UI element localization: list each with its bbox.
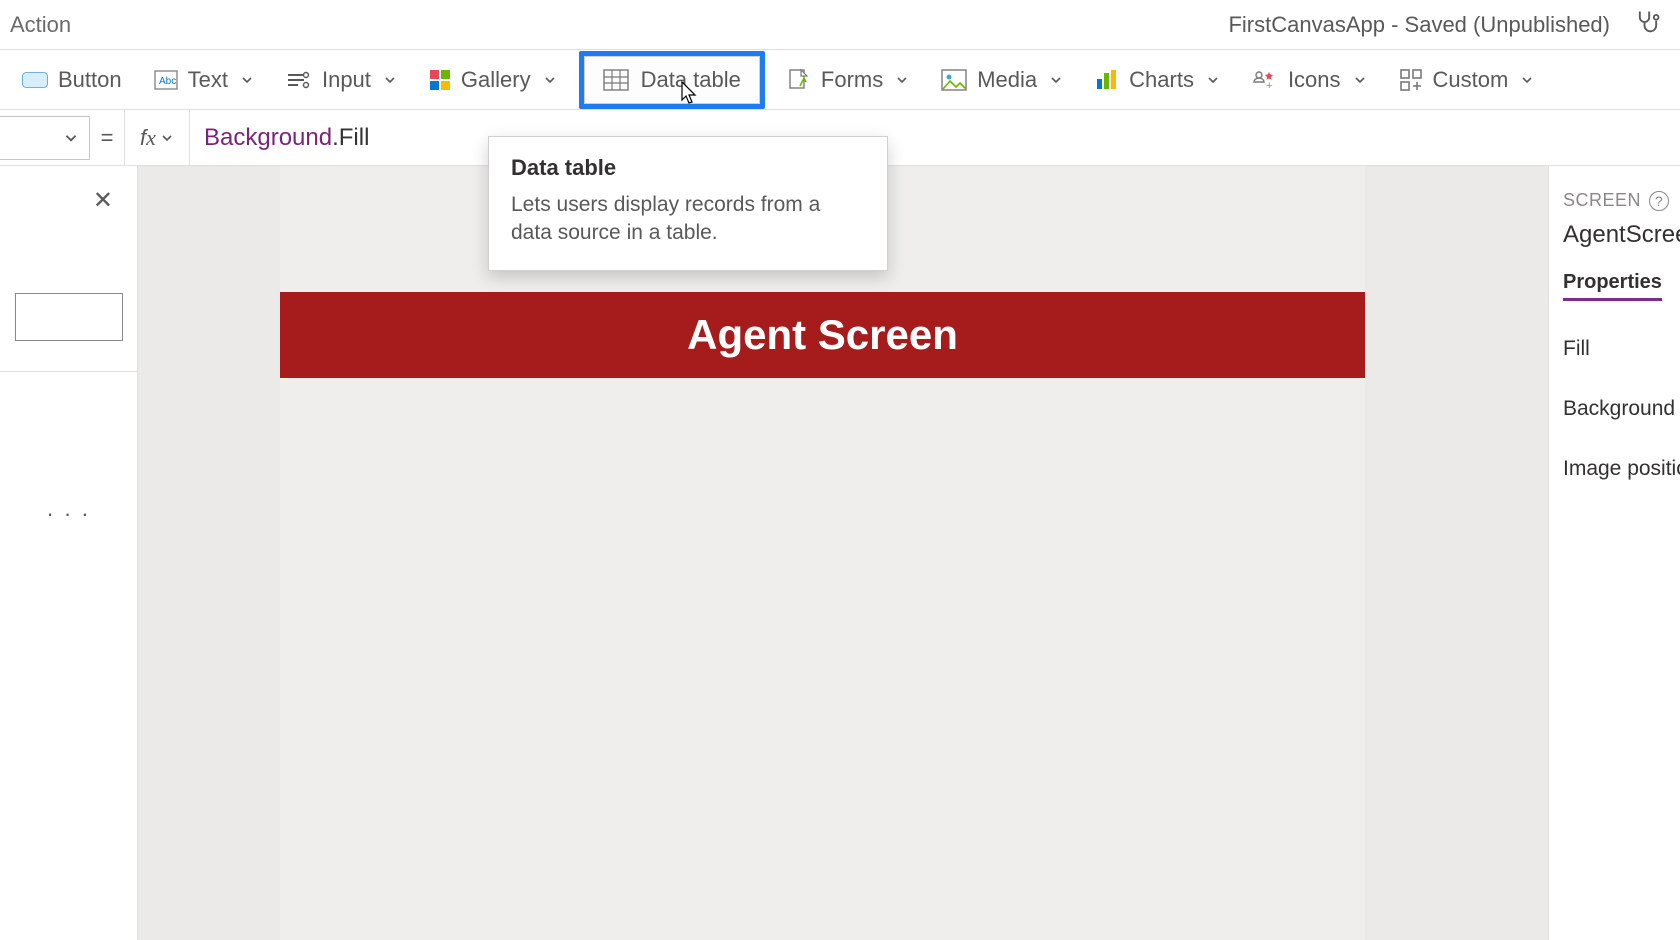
ribbon-button[interactable]: Button [6, 57, 138, 103]
ribbon-forms-label: Forms [821, 67, 883, 93]
property-fill[interactable]: Fill [1563, 337, 1680, 361]
ribbon-icons-label: Icons [1288, 67, 1341, 93]
ribbon-forms[interactable]: Forms [771, 57, 925, 103]
app-status: FirstCanvasApp - Saved (Unpublished) [1228, 12, 1610, 38]
tooltip-body: Lets users display records from a data s… [511, 191, 865, 248]
data-table-tooltip: Data table Lets users display records fr… [488, 136, 888, 271]
input-icon [286, 69, 312, 91]
icons-icon: + [1252, 68, 1278, 92]
chevron-down-icon [1520, 73, 1534, 87]
equals-sign: = [90, 125, 124, 151]
fx-button[interactable]: fx [124, 110, 190, 166]
tooltip-title: Data table [511, 155, 865, 181]
chevron-down-icon [543, 73, 557, 87]
button-icon [22, 69, 48, 91]
property-selector[interactable] [0, 116, 90, 160]
svg-text:Abc: Abc [159, 76, 176, 87]
property-background-image[interactable]: Background i [1563, 397, 1680, 421]
ribbon-custom[interactable]: Custom [1383, 57, 1551, 103]
chevron-down-icon [240, 73, 254, 87]
formula-identifier: Background [204, 124, 332, 152]
ribbon-gallery-label: Gallery [461, 67, 531, 93]
ribbon-charts-label: Charts [1129, 67, 1194, 93]
tree-view-panel: ✕ · · · [0, 166, 138, 940]
property-image-position[interactable]: Image positio [1563, 457, 1680, 481]
ribbon-data-table[interactable]: Data table [584, 56, 760, 104]
properties-section-label: SCREEN ? [1563, 190, 1680, 211]
custom-icon [1399, 68, 1423, 92]
ribbon-icons[interactable]: + Icons [1236, 57, 1383, 103]
ribbon-data-table-label: Data table [641, 67, 741, 93]
screen-name: AgentScree [1563, 221, 1680, 249]
chevron-down-icon [1049, 73, 1063, 87]
forms-icon [787, 68, 811, 92]
screen-header-text: Agent Screen [687, 311, 958, 359]
ribbon-text[interactable]: Abc Text [138, 57, 270, 103]
ribbon-custom-label: Custom [1433, 67, 1509, 93]
formula-input[interactable]: Background.Fill [190, 110, 1680, 165]
chevron-down-icon [160, 131, 174, 145]
title-bar: Action FirstCanvasApp - Saved (Unpublish… [0, 0, 1680, 50]
workspace: ✕ · · · Agent Screen SCREEN ? AgentScree… [0, 166, 1680, 940]
ribbon-charts[interactable]: Charts [1079, 57, 1236, 103]
chevron-down-icon [1353, 73, 1367, 87]
tree-item-more[interactable]: · · · [0, 490, 137, 538]
ribbon-tab-action[interactable]: Action [10, 12, 71, 38]
divider [0, 371, 137, 372]
table-icon [603, 69, 629, 91]
ribbon-media[interactable]: Media [925, 57, 1079, 103]
insert-ribbon: Button Abc Text Input Galle [0, 50, 1680, 110]
ribbon-button-label: Button [58, 67, 122, 93]
properties-section-text: SCREEN [1563, 190, 1641, 211]
ribbon-data-table-highlight: Data table [579, 51, 765, 109]
svg-text:+: + [1266, 80, 1272, 92]
tree-search-input[interactable] [15, 293, 123, 341]
properties-tab[interactable]: Properties [1563, 271, 1662, 301]
text-icon: Abc [154, 70, 178, 90]
app-canvas[interactable]: Agent Screen [280, 166, 1365, 940]
media-icon [941, 69, 967, 91]
ribbon-input[interactable]: Input [270, 57, 413, 103]
ribbon-gallery[interactable]: Gallery [413, 57, 573, 103]
properties-panel: SCREEN ? AgentScree Properties Fill Back… [1548, 166, 1680, 940]
formula-property: .Fill [332, 124, 369, 152]
screen-header-banner: Agent Screen [280, 292, 1365, 378]
app-checker-icon[interactable] [1634, 8, 1662, 42]
chevron-down-icon [1206, 73, 1220, 87]
close-panel-button[interactable]: ✕ [93, 186, 113, 215]
chevron-down-icon [895, 73, 909, 87]
ribbon-media-label: Media [977, 67, 1037, 93]
canvas-area: Agent Screen [138, 166, 1548, 940]
chevron-down-icon [383, 73, 397, 87]
gallery-icon [429, 69, 451, 91]
ribbon-text-label: Text [188, 67, 228, 93]
help-icon[interactable]: ? [1649, 191, 1669, 211]
ribbon-input-label: Input [322, 67, 371, 93]
charts-icon [1095, 69, 1119, 91]
chevron-down-icon [63, 130, 79, 146]
